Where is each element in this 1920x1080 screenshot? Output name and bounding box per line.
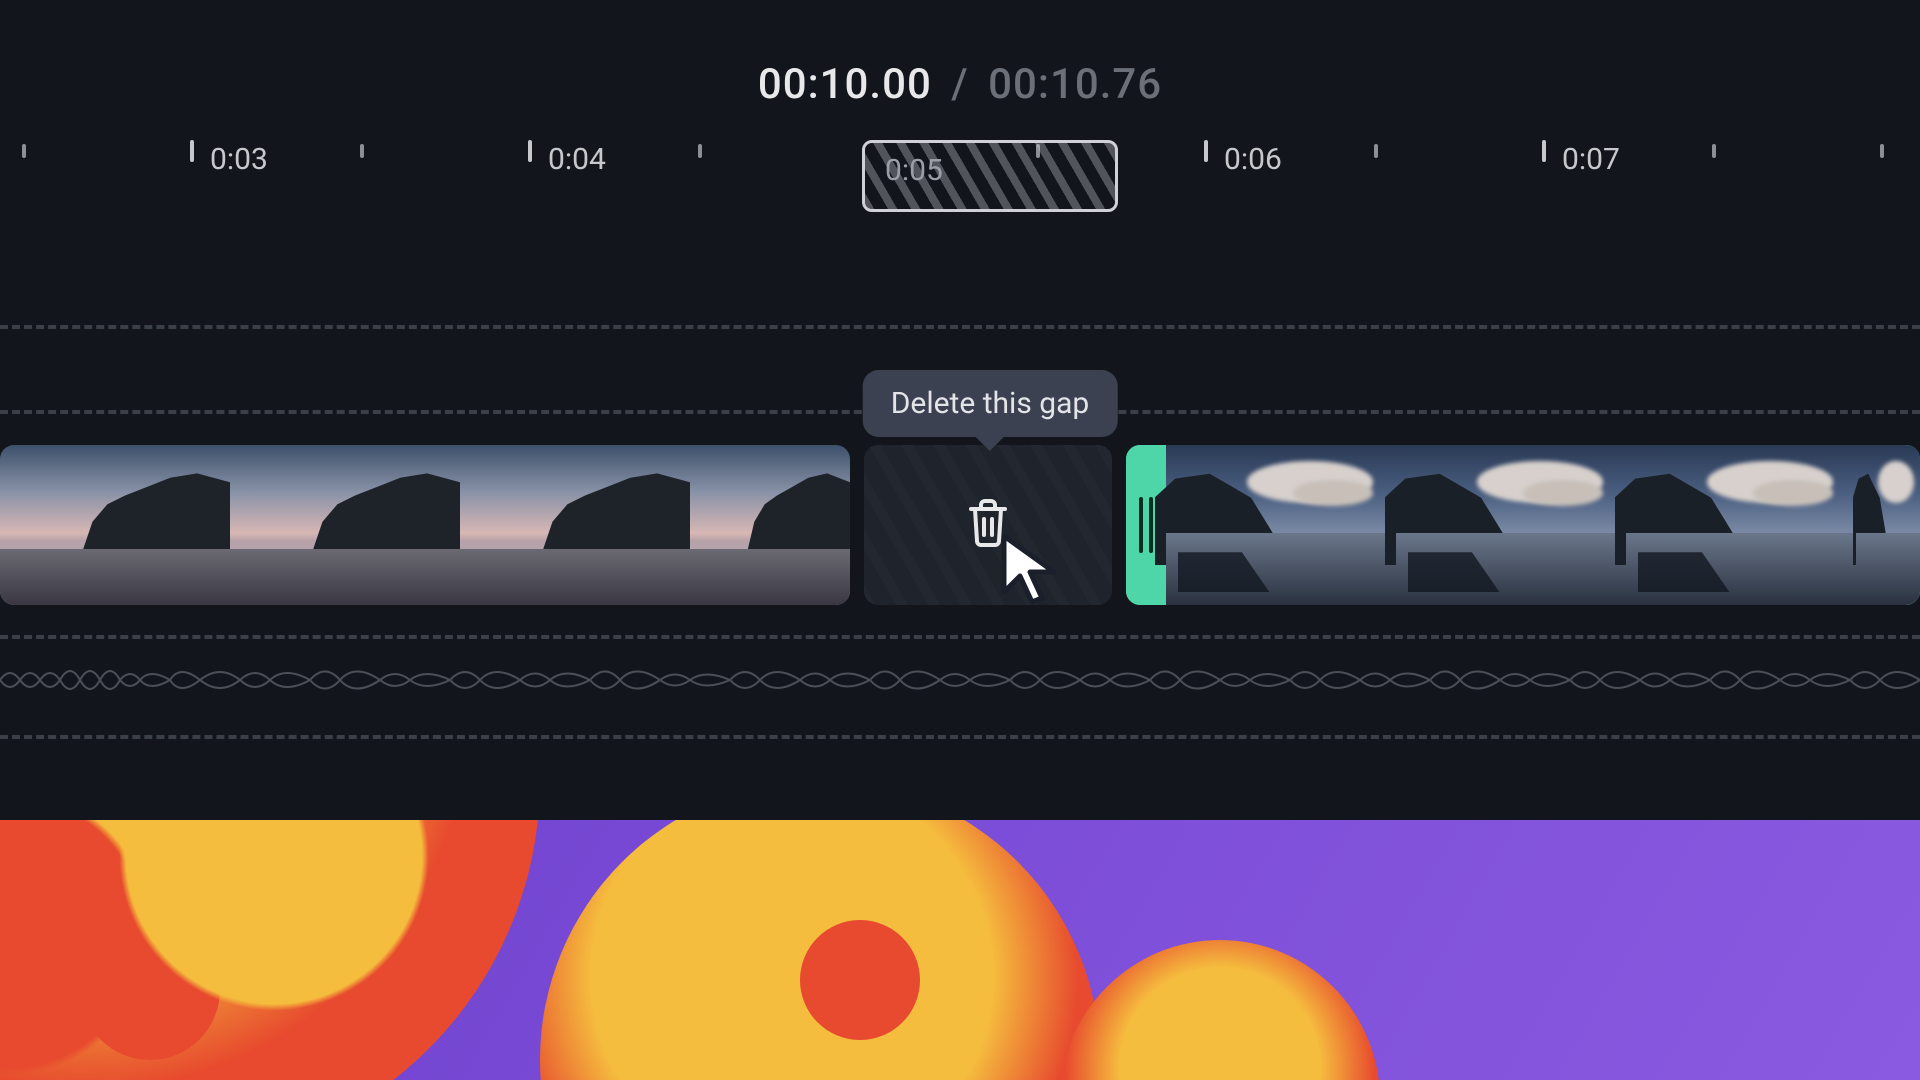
video-clip[interactable]	[0, 445, 850, 605]
mouse-cursor-icon	[1000, 532, 1080, 616]
track-lane-divider	[0, 325, 1920, 329]
ruler-tick-label: 0:06	[1224, 142, 1282, 177]
timecode-separator: /	[951, 60, 968, 109]
timecode-total: 00:10.76	[988, 60, 1162, 109]
track-lane-divider	[0, 635, 1920, 639]
timecode-display: 00:10.00 / 00:10.76	[0, 60, 1920, 109]
ruler-tick-label: 0:03	[210, 142, 268, 177]
decorative-background	[0, 820, 1920, 1080]
video-track[interactable]	[0, 445, 1920, 605]
video-clip-selected[interactable]	[1126, 445, 1920, 605]
drag-handle-icon	[1139, 497, 1153, 553]
selection-label: 0:05	[885, 153, 943, 188]
track-lane-divider	[0, 735, 1920, 739]
timeline-selection-region[interactable]: 0:05	[862, 140, 1118, 212]
ruler-tick-label: 0:04	[548, 142, 606, 177]
tooltip-text: Delete this gap	[891, 386, 1090, 421]
timecode-current: 00:10.00	[758, 60, 932, 109]
ruler-tick-label: 0:07	[1562, 142, 1620, 177]
audio-track-waveform[interactable]	[0, 660, 1920, 700]
tooltip-delete-gap: Delete this gap	[863, 370, 1118, 437]
